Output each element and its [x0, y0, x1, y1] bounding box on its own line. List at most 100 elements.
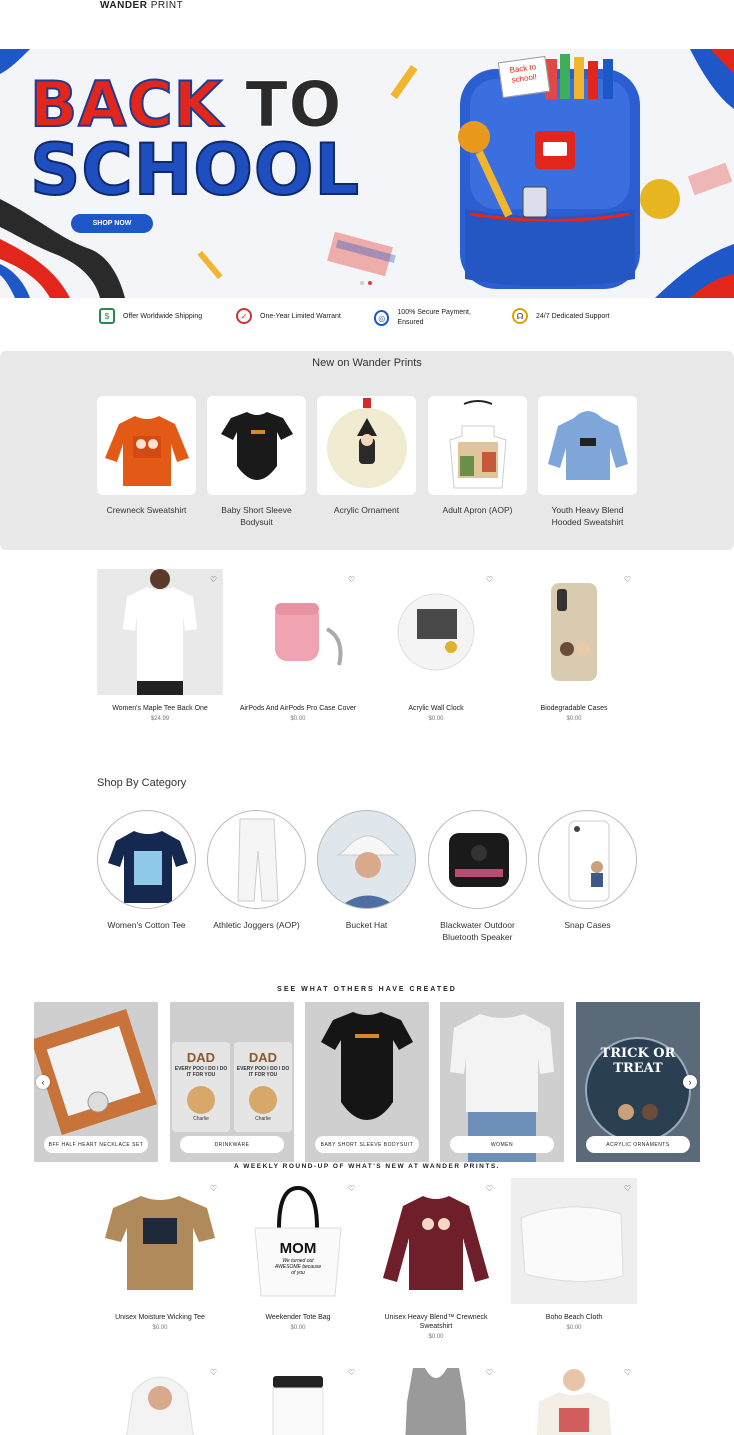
product-name[interactable]: Biodegradable Cases	[511, 704, 637, 713]
category-image[interactable]	[207, 810, 306, 909]
product-card[interactable]: ♡ Women's Maple Tee Back One $24.99	[97, 569, 223, 722]
wishlist-heart-icon[interactable]: ♡	[210, 1184, 217, 1193]
product-card[interactable]: ♡	[373, 1362, 499, 1435]
carousel-dots[interactable]	[360, 281, 372, 285]
product-card[interactable]: ♡ Biodegradable Cases $0.00	[511, 569, 637, 722]
product-image[interactable]: ♡	[97, 569, 223, 695]
wall-clock-image	[397, 593, 475, 671]
product-image[interactable]: ♡	[235, 1362, 361, 1435]
product-image[interactable]	[428, 396, 527, 495]
product-image[interactable]: ♡	[97, 1362, 223, 1435]
wishlist-heart-icon[interactable]: ♡	[348, 575, 355, 584]
wicking-tee-image	[105, 1196, 215, 1290]
category-card[interactable]: Snap Cases	[538, 810, 637, 931]
product-name[interactable]: Unisex Heavy Blend™ Crewneck Sweatshirt	[373, 1313, 499, 1331]
carousel-next-button[interactable]: ›	[683, 1075, 697, 1089]
product-name[interactable]: Acrylic Wall Clock	[373, 704, 499, 713]
ugc-label[interactable]: BABY SHORT SLEEVE BODYSUIT	[315, 1136, 419, 1153]
product-card[interactable]: ♡ AirPods And AirPods Pro Case Cover $0.…	[235, 569, 361, 722]
carousel-prev-button[interactable]: ‹	[36, 1075, 50, 1089]
wishlist-heart-icon[interactable]: ♡	[348, 1368, 355, 1377]
product-card[interactable]: ♡	[511, 1362, 637, 1435]
ugc-label[interactable]: ACRYLIC ORNAMENTS	[586, 1136, 690, 1153]
apron-image	[449, 400, 507, 489]
category-label: Blackwater Outdoor Bluetooth Speaker	[440, 920, 515, 942]
site-logo[interactable]: WANDER PRINT	[100, 0, 183, 11]
product-image[interactable]: ♡	[373, 569, 499, 695]
wishlist-heart-icon[interactable]: ♡	[624, 575, 631, 584]
product-card[interactable]: ♡ Acrylic Wall Clock $0.00	[373, 569, 499, 722]
ugc-card[interactable]: BABY SHORT SLEEVE BODYSUIT	[305, 1002, 429, 1162]
category-card[interactable]: Blackwater Outdoor Bluetooth Speaker	[428, 810, 527, 943]
product-name[interactable]: Boho Beach Cloth	[511, 1313, 637, 1322]
feature-secure-payment: ◎ 100% Secure Payment, Ensured	[374, 308, 494, 328]
ugc-label[interactable]: DRINKWARE	[180, 1136, 284, 1153]
sweatshirt-image	[105, 416, 189, 486]
ugc-card[interactable]: TRICK OR TREAT ACRYLIC ORNAMENTS	[576, 1002, 700, 1162]
hero-banner[interactable]: Back to school! BACK TO SCHOOL SHOP NOW	[0, 49, 734, 298]
wishlist-heart-icon[interactable]: ♡	[624, 1368, 631, 1377]
category-image[interactable]	[97, 810, 196, 909]
product-image[interactable]	[538, 396, 637, 495]
ugc-card[interactable]: DAD DAD EVERY POO I DO I DO IT FOR YOU E…	[170, 1002, 294, 1162]
product-card[interactable]: ♡ Unisex Moisture Wicking Tee $0.00	[97, 1178, 223, 1331]
section-title: SEE WHAT OTHERS HAVE CREATED	[277, 986, 457, 993]
product-image[interactable]: ♡	[373, 1362, 499, 1435]
new-product-card[interactable]: Acrylic Ornament	[317, 396, 416, 516]
ugc-card[interactable]: BFF HALF HEART NECKLACE SET	[34, 1002, 158, 1162]
carousel-dot[interactable]	[360, 281, 364, 285]
carousel-dot-active[interactable]	[368, 281, 372, 285]
product-card[interactable]: ♡ Unisex Heavy Blend™ Crewneck Sweatshir…	[373, 1178, 499, 1340]
product-card[interactable]: ♡ Boho Beach Cloth $0.00	[511, 1178, 637, 1331]
product-image[interactable]: ♡	[511, 1178, 637, 1304]
product-image[interactable]	[317, 396, 416, 495]
feature-label: 24/7 Dedicated Support	[536, 312, 610, 320]
new-product-card[interactable]: Crewneck Sweatshirt	[97, 396, 196, 516]
wishlist-heart-icon[interactable]: ♡	[624, 1184, 631, 1193]
product-card[interactable]: ♡	[97, 1362, 223, 1435]
product-image[interactable]: ♡	[235, 569, 361, 695]
category-label: Snap Cases	[564, 920, 611, 930]
ugc-card[interactable]: WOMEN	[440, 1002, 564, 1162]
ugc-label[interactable]: WOMEN	[450, 1136, 554, 1153]
wishlist-heart-icon[interactable]: ♡	[486, 575, 493, 584]
new-product-card[interactable]: Adult Apron (AOP)	[428, 396, 527, 516]
wishlist-heart-icon[interactable]: ♡	[486, 1368, 493, 1377]
new-product-card[interactable]: Youth Heavy Blend Hooded Sweatshirt	[538, 396, 637, 528]
feature-label: Offer Worldwide Shipping	[123, 312, 203, 320]
product-name[interactable]: Women's Maple Tee Back One	[97, 704, 223, 713]
product-name[interactable]: Unisex Moisture Wicking Tee	[97, 1313, 223, 1322]
product-image[interactable]	[97, 396, 196, 495]
category-image[interactable]	[428, 810, 527, 909]
ugc-label[interactable]: BFF HALF HEART NECKLACE SET	[44, 1136, 148, 1153]
category-card[interactable]: Women's Cotton Tee	[97, 810, 196, 931]
wishlist-heart-icon[interactable]: ♡	[348, 1184, 355, 1193]
tote-print-title: MOM	[279, 1240, 317, 1257]
category-label: Bucket Hat	[345, 920, 388, 930]
product-image[interactable]: ♡	[97, 1178, 223, 1304]
new-product-card[interactable]: Baby Short Sleeve Bodysuit	[207, 396, 306, 528]
hoodie-image	[548, 411, 628, 480]
tote-print-subtitle: We turned out AWESOME because of you	[274, 1258, 322, 1276]
product-image[interactable]: MOM We turned out AWESOME because of you…	[235, 1178, 361, 1304]
category-image[interactable]	[538, 810, 637, 909]
shop-now-button[interactable]: SHOP NOW	[71, 214, 153, 233]
product-card[interactable]: ♡	[235, 1362, 361, 1435]
cotton-tee-image	[108, 831, 188, 903]
wishlist-heart-icon[interactable]: ♡	[210, 1368, 217, 1377]
product-image[interactable]: ♡	[373, 1178, 499, 1304]
category-image[interactable]	[317, 810, 416, 909]
product-image[interactable]: ♡	[511, 569, 637, 695]
wishlist-heart-icon[interactable]: ♡	[486, 1184, 493, 1193]
product-image[interactable]	[207, 396, 306, 495]
product-name[interactable]: AirPods And AirPods Pro Case Cover	[235, 704, 361, 713]
category-card[interactable]: Bucket Hat	[317, 810, 416, 931]
product-label: Crewneck Sweatshirt	[106, 505, 187, 515]
product-card[interactable]: MOM We turned out AWESOME because of you…	[235, 1178, 361, 1331]
feature-label: One-Year Limited Warrant	[260, 312, 341, 320]
category-card[interactable]: Athletic Joggers (AOP)	[207, 810, 306, 931]
wishlist-heart-icon[interactable]: ♡	[210, 575, 217, 584]
product-name[interactable]: Weekender Tote Bag	[235, 1313, 361, 1322]
product-image[interactable]: ♡	[511, 1362, 637, 1435]
product-price: $0.00	[290, 1325, 306, 1331]
